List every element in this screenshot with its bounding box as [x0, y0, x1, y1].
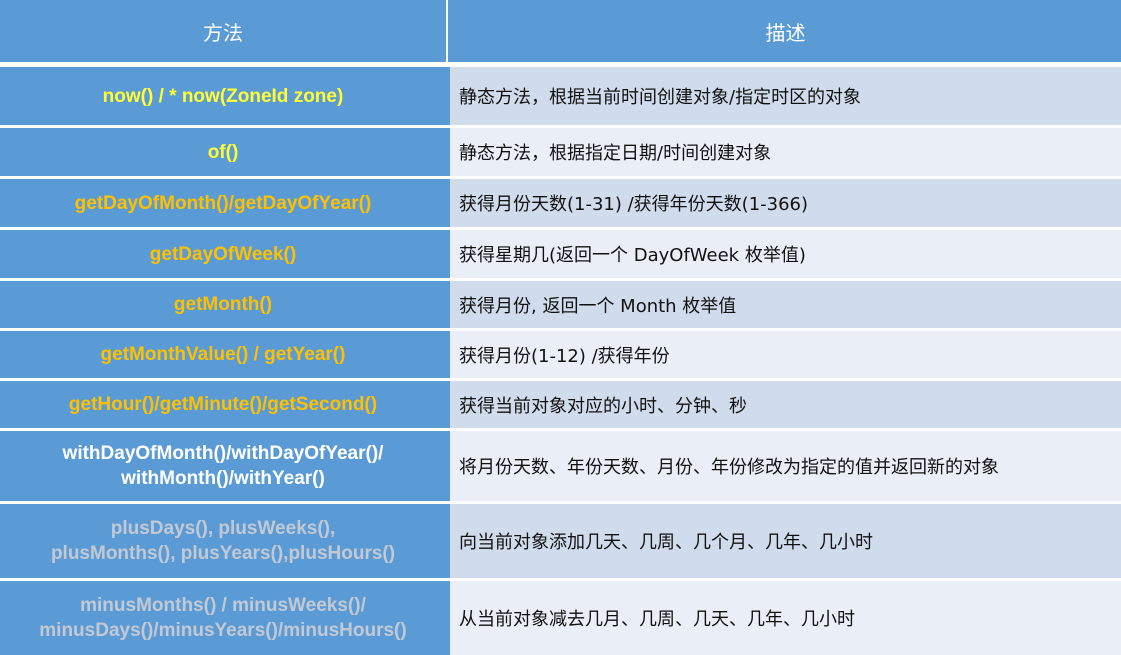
header-description: 描述 [448, 0, 1121, 62]
description-cell: 静态方法，根据指定日期/时间创建对象 [446, 128, 1121, 176]
header-method: 方法 [0, 0, 446, 62]
method-cell: minusMonths() / minusWeeks()/ minusDays(… [0, 581, 446, 655]
method-text: getMonth() [173, 294, 273, 315]
method-text: minusMonths() / minusWeeks()/ minusDays(… [39, 595, 407, 641]
method-cell: withDayOfMonth()/withDayOfYear()/ withMo… [0, 431, 446, 501]
description-cell: 获得月份(1-12) /获得年份 [446, 331, 1121, 378]
method-text: getHour()/getMinute()/getSecond() [68, 394, 378, 415]
methods-table: 方法 描述 now() / * now(ZoneId zone) 静态方法，根据… [0, 0, 1121, 655]
method-text: getDayOfWeek() [149, 243, 297, 265]
method-cell: getMonthValue() / getYear() [0, 331, 446, 378]
description-cell: 获得月份天数(1-31) /获得年份天数(1-366) [446, 179, 1121, 227]
method-cell: getDayOfWeek() [0, 230, 446, 278]
description-cell: 静态方法，根据当前时间创建对象/指定时区的对象 [446, 67, 1121, 125]
method-cell: of() [0, 128, 446, 176]
method-text: now() / * now(ZoneId zone) [102, 85, 344, 107]
description-cell: 获得当前对象对应的小时、分钟、秒 [446, 381, 1121, 428]
method-cell: plusDays(), plusWeeks(), plusMonths(), p… [0, 504, 446, 578]
method-cell: now() / * now(ZoneId zone) [0, 67, 446, 125]
method-cell: getHour()/getMinute()/getSecond() [0, 381, 446, 428]
method-text: getMonthValue() / getYear() [100, 344, 346, 365]
method-text: getDayOfMonth()/getDayOfYear() [74, 192, 372, 214]
description-cell: 获得星期几(返回一个 DayOfWeek 枚举值) [446, 230, 1121, 278]
description-cell: 将月份天数、年份天数、月份、年份修改为指定的值并返回新的对象 [446, 431, 1121, 501]
description-cell: 从当前对象减去几月、几周、几天、几年、几小时 [446, 581, 1121, 655]
method-cell: getMonth() [0, 281, 446, 328]
method-cell: getDayOfMonth()/getDayOfYear() [0, 179, 446, 227]
description-cell: 向当前对象添加几天、几周、几个月、几年、几小时 [446, 504, 1121, 578]
method-text: withDayOfMonth()/withDayOfYear()/ withMo… [62, 443, 384, 489]
description-cell: 获得月份, 返回一个 Month 枚举值 [446, 281, 1121, 328]
method-text: of() [207, 141, 239, 163]
method-text: plusDays(), plusWeeks(), plusMonths(), p… [50, 518, 396, 564]
